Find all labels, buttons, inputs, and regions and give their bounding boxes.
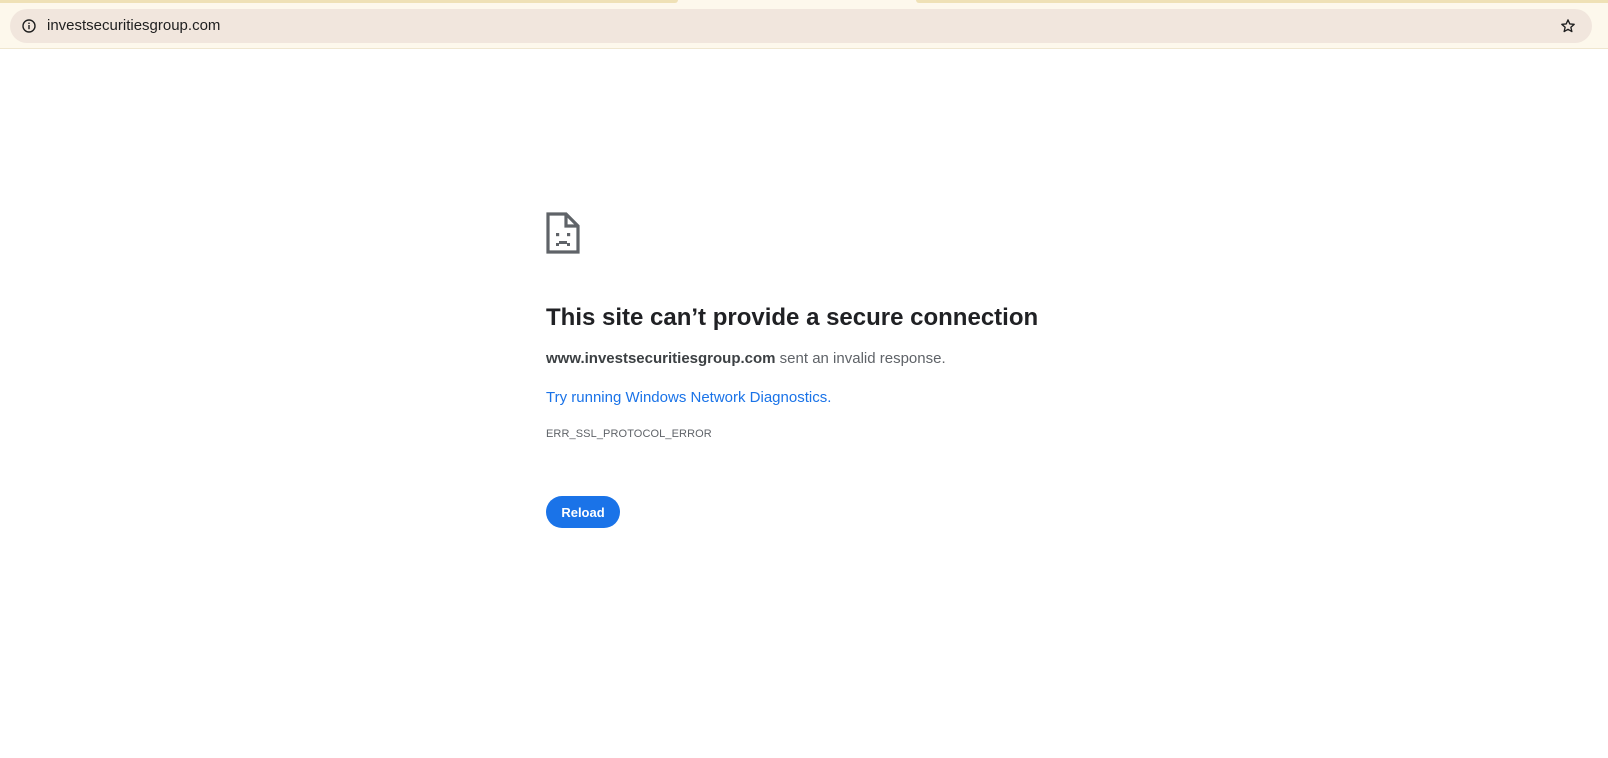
tab-strip-left [0, 0, 678, 3]
sad-page-icon [546, 212, 580, 254]
error-summary-text: sent an invalid response. [775, 350, 946, 367]
browser-toolbar: investsecuritiesgroup.com [0, 0, 1608, 49]
network-diagnostics-link[interactable]: Try running Windows Network Diagnostics. [546, 388, 831, 408]
star-outline-icon[interactable] [1558, 16, 1578, 36]
error-content: This site can’t provide a secure connect… [546, 212, 1106, 528]
error-code: ERR_SSL_PROTOCOL_ERROR [546, 428, 712, 440]
address-bar[interactable]: investsecuritiesgroup.com [10, 9, 1592, 43]
address-bar-url[interactable]: investsecuritiesgroup.com [47, 17, 220, 35]
tab-strip-right [916, 0, 1608, 3]
info-circle-icon[interactable] [20, 17, 38, 35]
reload-button[interactable]: Reload [546, 496, 620, 528]
error-title: This site can’t provide a secure connect… [546, 304, 1039, 331]
error-summary: www.investsecuritiesgroup.com sent an in… [546, 349, 1106, 369]
error-domain: www.investsecuritiesgroup.com [546, 350, 776, 367]
